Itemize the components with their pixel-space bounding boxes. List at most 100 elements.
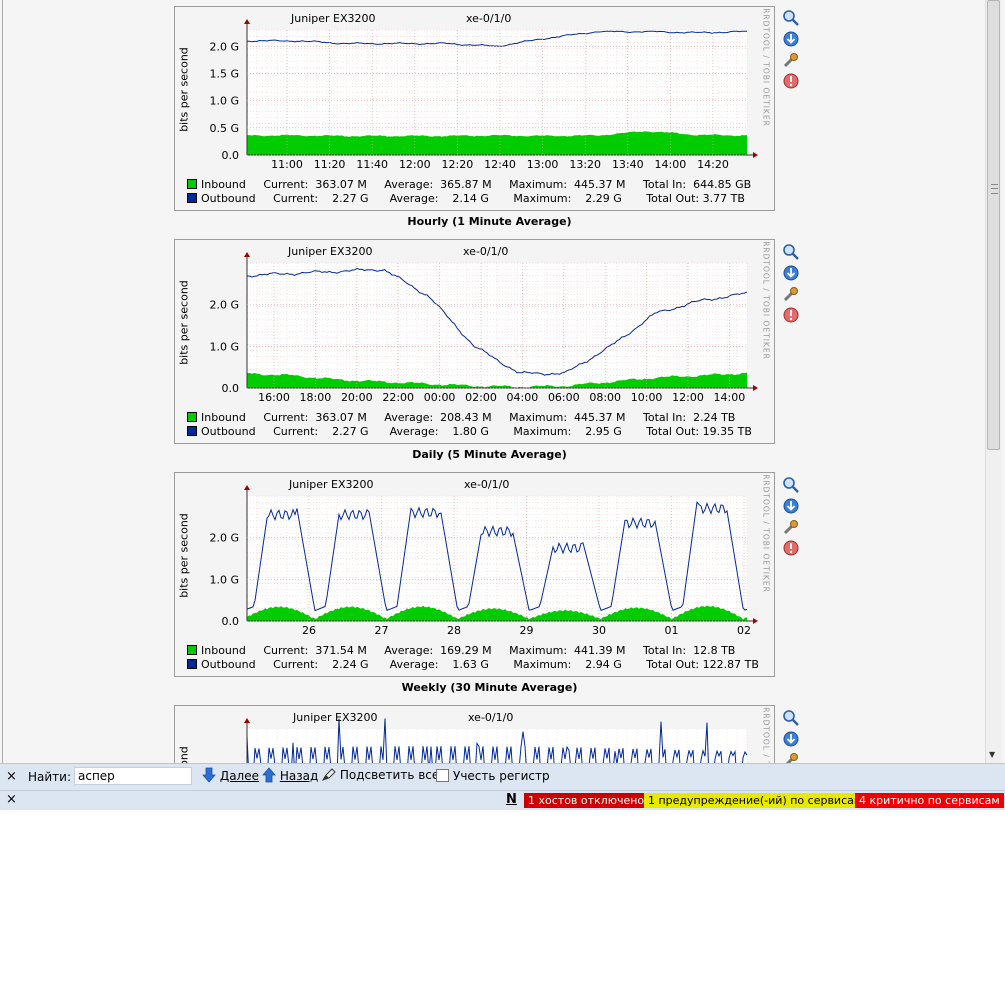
close-status-bar-icon[interactable]: ×	[6, 792, 17, 807]
find-next-button[interactable]: Далее	[202, 767, 259, 783]
delete-icon[interactable]	[782, 306, 800, 324]
service-critical-badge[interactable]: 4 критично по сервисам	[855, 793, 1004, 808]
legend-inbound: Inbound Current: 363.07 M Average: 208.4…	[187, 411, 735, 424]
x-tick-label: 02	[737, 624, 751, 637]
x-tick-label: 08:00	[589, 391, 621, 404]
x-tick-label: 12:40	[484, 158, 516, 171]
x-tick-label: 14:00	[714, 391, 746, 404]
graph-interface-title: xe-0/1/0	[466, 12, 512, 25]
graph-host-title: Juniper EX3200	[293, 711, 378, 724]
y-tick-label: 0.5 G	[209, 122, 239, 135]
download-icon[interactable]	[782, 30, 800, 48]
y-axis-label: bits per second	[177, 513, 191, 598]
graph-host-title: Juniper EX3200	[291, 12, 376, 25]
graph-actions-weekly	[782, 476, 802, 560]
x-tick-label: 18:00	[300, 391, 332, 404]
x-tick-label: 12:00	[399, 158, 431, 171]
y-tick-label: 1.0 G	[209, 340, 239, 353]
wrench-icon[interactable]	[782, 518, 800, 536]
zoom-icon[interactable]	[782, 9, 800, 27]
x-tick-label: 11:00	[271, 158, 303, 171]
plot-area	[247, 729, 747, 763]
y-tick-label: 1.0 G	[209, 95, 239, 108]
x-tick-label: 14:20	[697, 158, 729, 171]
zoom-icon[interactable]	[782, 243, 800, 261]
graph-daily[interactable]: 0.0 1.0 G 2.0 G 16:00 18:00 20:00 22:00 00:00 02…	[174, 239, 775, 444]
find-input[interactable]	[74, 767, 192, 785]
graph-weekly[interactable]: 0.0 1.0 G 2.0 G 26 27 28 29 30 01 02 Juniper EX32…	[174, 472, 775, 677]
service-warnings-badge[interactable]: 1 предупреждение(-ий) по сервисам	[644, 793, 867, 808]
vertical-scrollbar[interactable]: ▼	[985, 0, 1002, 763]
graph-caption-weekly: Weekly (30 Minute Average)	[401, 681, 578, 694]
x-tick-label: 12:00	[672, 391, 704, 404]
graph-interface-title: xe-0/1/0	[464, 478, 510, 491]
graph-caption-hourly: Hourly (1 Minute Average)	[407, 215, 572, 228]
delete-icon[interactable]	[782, 72, 800, 90]
legend-outbound: Outbound Current: 2.27 G Average: 2.14 G…	[187, 192, 745, 205]
zoom-icon[interactable]	[782, 709, 800, 727]
download-icon[interactable]	[782, 730, 800, 748]
scrollbar-thumb[interactable]	[987, 0, 1000, 450]
x-tick-label: 16:00	[258, 391, 290, 404]
x-tick-label: 11:20	[314, 158, 346, 171]
highlight-all-button[interactable]: Подсветить все	[321, 767, 439, 782]
wrench-icon[interactable]	[782, 51, 800, 69]
zoom-icon[interactable]	[782, 476, 800, 494]
graph-host-title: Juniper EX3200	[288, 245, 373, 258]
legend-outbound: Outbound Current: 2.27 G Average: 1.80 G…	[187, 425, 752, 438]
x-tick-label: 12:20	[442, 158, 474, 171]
graph-actions-hourly	[782, 9, 802, 93]
find-previous-button[interactable]: Назад	[262, 767, 318, 783]
x-tick-label: 00:00	[424, 391, 456, 404]
y-axis-arrow-icon	[244, 19, 250, 24]
find-bar: × Найти: Далее Назад Подсветить все Учес…	[0, 763, 1005, 791]
x-tick-label: 01	[665, 624, 679, 637]
y-tick-label: 1.5 G	[209, 67, 239, 80]
x-tick-label: 13:00	[527, 158, 559, 171]
download-icon[interactable]	[782, 264, 800, 282]
x-tick-label: 10:00	[631, 391, 663, 404]
x-tick-label: 29	[520, 624, 534, 637]
match-case-checkbox[interactable]: Учесть регистр	[436, 769, 550, 783]
graph-actions-monthly	[782, 709, 802, 763]
rrdtool-watermark: RRDTOOL / TOBI OETIKER	[761, 8, 771, 127]
x-tick-label: 28	[447, 624, 461, 637]
checkbox-icon	[436, 769, 449, 782]
y-axis-arrow-icon	[244, 718, 250, 723]
x-tick-label: 13:20	[569, 158, 601, 171]
close-find-bar-icon[interactable]: ×	[6, 769, 17, 784]
scroll-down-arrow-icon[interactable]: ▼	[989, 750, 995, 759]
graph-monthly[interactable]: Juniper EX3200 xe-0/1/0 bits per second …	[174, 705, 775, 763]
rrdtool-watermark: RRDTOOL / TOBI OETIKER	[761, 241, 771, 360]
graph-caption-daily: Daily (5 Minute Average)	[412, 448, 567, 461]
rrdtool-watermark: RRDTOOL / TOBI OETIKER	[761, 707, 771, 763]
x-tick-label: 26	[302, 624, 316, 637]
y-axis-arrow-icon	[244, 485, 250, 490]
arrow-down-icon	[202, 767, 216, 783]
delete-icon[interactable]	[782, 539, 800, 557]
x-tick-label: 13:40	[612, 158, 644, 171]
graph-host-title: Juniper EX3200	[289, 478, 374, 491]
nagios-icon[interactable]: N	[506, 792, 517, 807]
arrow-up-icon	[262, 767, 276, 783]
legend-inbound: Inbound Current: 371.54 M Average: 169.2…	[187, 644, 735, 657]
y-tick-label: 1.0 G	[209, 573, 239, 586]
wrench-icon[interactable]	[782, 751, 800, 763]
x-tick-label: 06:00	[548, 391, 580, 404]
x-tick-label: 27	[375, 624, 389, 637]
y-tick-label: 0.0	[222, 382, 240, 395]
graph-hourly[interactable]: 0.0 0.5 G 1.0 G 1.5 G 2.0 G 11:00 11:20 11:40 12…	[174, 6, 775, 211]
y-axis-label: bits per second	[177, 280, 191, 365]
wrench-icon[interactable]	[782, 285, 800, 303]
y-tick-label: 2.0 G	[209, 299, 239, 312]
hosts-down-badge[interactable]: 1 хостов отключено	[524, 793, 649, 808]
y-tick-label: 2.0 G	[209, 40, 239, 53]
x-axis-arrow-icon	[753, 152, 758, 158]
x-tick-label: 30	[592, 624, 606, 637]
y-tick-label: 0.0	[222, 615, 240, 628]
download-icon[interactable]	[782, 497, 800, 515]
frame-border	[2, 0, 3, 763]
graph-interface-title: xe-0/1/0	[468, 711, 514, 724]
x-axis-arrow-icon	[753, 385, 758, 391]
x-tick-label: 22:00	[382, 391, 414, 404]
